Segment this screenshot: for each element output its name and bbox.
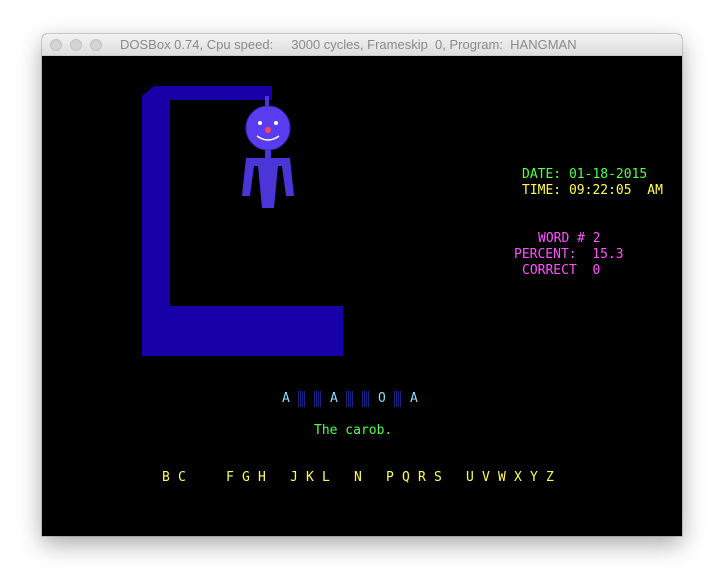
- puzzle-letter: O: [378, 391, 386, 406]
- time-line: TIME: 09:22:05 AM: [522, 183, 663, 199]
- available-letter[interactable]: R: [418, 470, 426, 486]
- available-letter[interactable]: N: [354, 470, 362, 486]
- gallows-drawing: [142, 86, 343, 356]
- window-title: DOSBox 0.74, Cpu speed: 3000 cycles, Fra…: [120, 37, 577, 52]
- available-letter[interactable]: B: [162, 470, 170, 486]
- puzzle-letter: A: [330, 391, 338, 406]
- percent-value: 15.3: [592, 247, 624, 262]
- hangman-figure-icon: [242, 96, 294, 208]
- date-label: DATE:: [522, 167, 562, 182]
- available-letter[interactable]: V: [482, 470, 490, 486]
- time-value: 09:22:05: [568, 183, 632, 198]
- puzzle-letter: A: [410, 391, 418, 406]
- available-letter[interactable]: C: [178, 470, 186, 486]
- dosbox-window: DOSBox 0.74, Cpu speed: 3000 cycles, Fra…: [42, 34, 682, 536]
- date-line: DATE: 01-18-2015: [522, 167, 647, 183]
- minimize-button[interactable]: [70, 39, 82, 51]
- available-letter[interactable]: S: [434, 470, 442, 486]
- correct-value: 0: [592, 263, 601, 278]
- available-letter[interactable]: K: [306, 470, 314, 486]
- date-value: 01-18-2015: [568, 167, 648, 182]
- remaining-letters: BC FGH JKL N PQRS UVWXYZ: [162, 470, 562, 486]
- percent-line: PERCENT: 15.3: [514, 247, 624, 263]
- available-letter[interactable]: F: [226, 470, 234, 486]
- correct-line: CORRECT 0: [522, 263, 600, 279]
- available-letter[interactable]: Z: [546, 470, 554, 486]
- hint-text: The carob.: [314, 423, 393, 438]
- word-number-line: WORD # 2: [538, 231, 601, 247]
- dos-screen[interactable]: DATE: 01-18-2015 TIME: 09:22:05 AM WORD …: [42, 56, 682, 536]
- available-letter[interactable]: W: [498, 470, 506, 486]
- available-letter[interactable]: Q: [402, 470, 410, 486]
- time-ampm: AM: [647, 183, 663, 198]
- puzzle-blank: [298, 391, 306, 407]
- word-value: 2: [592, 231, 601, 246]
- puzzle-blank: [362, 391, 370, 407]
- puzzle-blank: [394, 391, 402, 407]
- available-letter[interactable]: J: [290, 470, 298, 486]
- gallows-icon: [142, 86, 343, 356]
- available-letter[interactable]: X: [514, 470, 522, 486]
- correct-label: CORRECT: [522, 263, 577, 278]
- available-letter[interactable]: P: [386, 470, 394, 486]
- puzzle-blank: [346, 391, 354, 407]
- available-letter[interactable]: L: [322, 470, 330, 486]
- word-label: WORD #: [538, 231, 585, 246]
- available-letter[interactable]: U: [466, 470, 474, 486]
- puzzle-letter: A: [282, 391, 290, 406]
- title-bar[interactable]: DOSBox 0.74, Cpu speed: 3000 cycles, Fra…: [42, 34, 682, 56]
- puzzle-blank: [314, 391, 322, 407]
- percent-label: PERCENT:: [514, 247, 577, 262]
- close-button[interactable]: [50, 39, 62, 51]
- zoom-button[interactable]: [90, 39, 102, 51]
- available-letter[interactable]: Y: [530, 470, 538, 486]
- available-letter[interactable]: H: [258, 470, 266, 486]
- time-label: TIME:: [522, 183, 562, 198]
- available-letter[interactable]: G: [242, 470, 250, 486]
